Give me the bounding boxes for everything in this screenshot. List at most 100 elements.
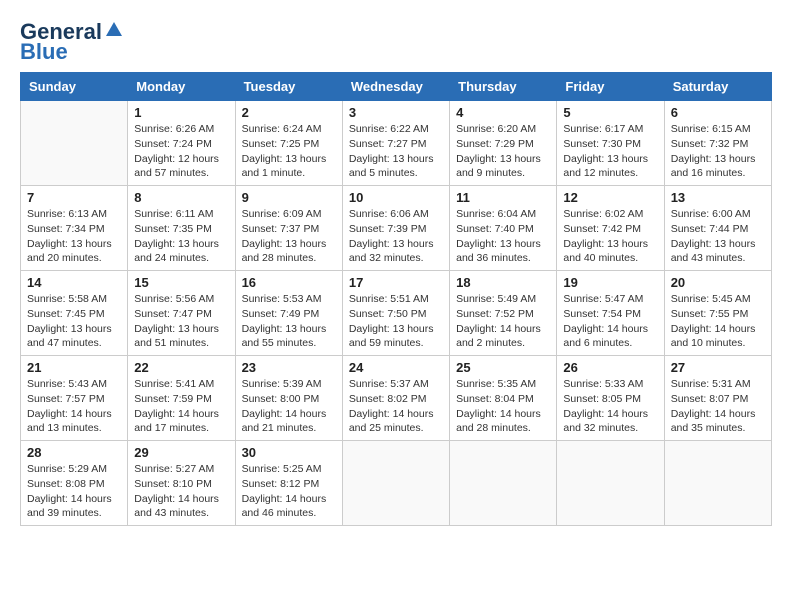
- calendar-cell: 27Sunrise: 5:31 AMSunset: 8:07 PMDayligh…: [664, 356, 771, 441]
- logo-blue: Blue: [20, 40, 68, 64]
- calendar-cell: 14 Sunrise: 5:58 AMSunset: 7:45 PMDayligh…: [21, 271, 128, 356]
- calendar-cell: 19 Sunrise: 5:47 AMSunset: 7:54 PMDayligh…: [557, 271, 664, 356]
- day-number: 17: [349, 275, 443, 290]
- day-number: 28: [27, 445, 121, 460]
- day-number: 20: [671, 275, 765, 290]
- day-number: 9: [242, 190, 336, 205]
- day-info: Sunrise: 5:56 AMSunset: 7:47 PMDaylight:…: [134, 292, 228, 351]
- day-info: Sunrise: 6:26 AMSunset: 7:24 PMDaylight:…: [134, 122, 228, 181]
- day-number: 26: [563, 360, 657, 375]
- day-number: 23: [242, 360, 336, 375]
- day-info: Sunrise: 6:15 AMSunset: 7:32 PMDaylight:…: [671, 122, 765, 181]
- logo-icon: [104, 20, 124, 40]
- calendar-cell: [342, 441, 449, 526]
- day-number: 15: [134, 275, 228, 290]
- calendar-cell: 21 Sunrise: 5:43 AMSunset: 7:57 PMDayligh…: [21, 356, 128, 441]
- day-number: 21: [27, 360, 121, 375]
- calendar-week-3: 14 Sunrise: 5:58 AMSunset: 7:45 PMDayligh…: [21, 271, 772, 356]
- day-info: Sunrise: 5:47 AMSunset: 7:54 PMDaylight:…: [563, 292, 657, 351]
- calendar-cell: 7Sunrise: 6:13 AMSunset: 7:34 PMDaylight…: [21, 186, 128, 271]
- calendar-cell: 1 Sunrise: 6:26 AMSunset: 7:24 PMDaylight…: [128, 101, 235, 186]
- day-number: 19: [563, 275, 657, 290]
- day-number: 25: [456, 360, 550, 375]
- day-number: 11: [456, 190, 550, 205]
- day-info: Sunrise: 6:02 AMSunset: 7:42 PMDaylight:…: [563, 207, 657, 266]
- calendar-cell: [450, 441, 557, 526]
- calendar-cell: 29 Sunrise: 5:27 AMSunset: 8:10 PMDayligh…: [128, 441, 235, 526]
- calendar-cell: [664, 441, 771, 526]
- calendar-cell: 15 Sunrise: 5:56 AMSunset: 7:47 PMDayligh…: [128, 271, 235, 356]
- calendar-cell: 4Sunrise: 6:20 AMSunset: 7:29 PMDaylight…: [450, 101, 557, 186]
- day-info: Sunrise: 6:17 AMSunset: 7:30 PMDaylight:…: [563, 122, 657, 181]
- day-number: 30: [242, 445, 336, 460]
- day-info: Sunrise: 5:58 AMSunset: 7:45 PMDaylight:…: [27, 292, 121, 351]
- day-info: Sunrise: 5:37 AMSunset: 8:02 PMDaylight:…: [349, 377, 443, 436]
- calendar-week-5: 28 Sunrise: 5:29 AMSunset: 8:08 PMDayligh…: [21, 441, 772, 526]
- day-number: 18: [456, 275, 550, 290]
- calendar-cell: 16 Sunrise: 5:53 AMSunset: 7:49 PMDayligh…: [235, 271, 342, 356]
- page-header: General Blue: [20, 20, 772, 64]
- day-info: Sunrise: 6:06 AMSunset: 7:39 PMDaylight:…: [349, 207, 443, 266]
- calendar-cell: [557, 441, 664, 526]
- day-number: 8: [134, 190, 228, 205]
- day-info: Sunrise: 6:11 AMSunset: 7:35 PMDaylight:…: [134, 207, 228, 266]
- calendar-cell: 24 Sunrise: 5:37 AMSunset: 8:02 PMDayligh…: [342, 356, 449, 441]
- day-number: 16: [242, 275, 336, 290]
- day-info: Sunrise: 5:33 AMSunset: 8:05 PMDaylight:…: [563, 377, 657, 436]
- weekday-header-row: SundayMondayTuesdayWednesdayThursdayFrid…: [21, 73, 772, 101]
- calendar-cell: 6 Sunrise: 6:15 AMSunset: 7:32 PMDaylight…: [664, 101, 771, 186]
- calendar-cell: 9Sunrise: 6:09 AMSunset: 7:37 PMDaylight…: [235, 186, 342, 271]
- calendar-cell: 23 Sunrise: 5:39 AMSunset: 8:00 PMDayligh…: [235, 356, 342, 441]
- day-info: Sunrise: 5:45 AMSunset: 7:55 PMDaylight:…: [671, 292, 765, 351]
- calendar-cell: 11 Sunrise: 6:04 AMSunset: 7:40 PMDayligh…: [450, 186, 557, 271]
- day-number: 2: [242, 105, 336, 120]
- calendar-week-1: 1 Sunrise: 6:26 AMSunset: 7:24 PMDaylight…: [21, 101, 772, 186]
- weekday-header-wednesday: Wednesday: [342, 73, 449, 101]
- logo: General Blue: [20, 20, 124, 64]
- day-info: Sunrise: 5:51 AMSunset: 7:50 PMDaylight:…: [349, 292, 443, 351]
- calendar-cell: 30Sunrise: 5:25 AMSunset: 8:12 PMDayligh…: [235, 441, 342, 526]
- day-number: 3: [349, 105, 443, 120]
- day-info: Sunrise: 5:53 AMSunset: 7:49 PMDaylight:…: [242, 292, 336, 351]
- day-info: Sunrise: 6:04 AMSunset: 7:40 PMDaylight:…: [456, 207, 550, 266]
- calendar-cell: 25 Sunrise: 5:35 AMSunset: 8:04 PMDayligh…: [450, 356, 557, 441]
- day-number: 12: [563, 190, 657, 205]
- day-number: 4: [456, 105, 550, 120]
- day-number: 5: [563, 105, 657, 120]
- weekday-header-thursday: Thursday: [450, 73, 557, 101]
- day-number: 14: [27, 275, 121, 290]
- weekday-header-sunday: Sunday: [21, 73, 128, 101]
- day-info: Sunrise: 5:43 AMSunset: 7:57 PMDaylight:…: [27, 377, 121, 436]
- day-info: Sunrise: 6:13 AMSunset: 7:34 PMDaylight:…: [27, 207, 121, 266]
- calendar-cell: 13Sunrise: 6:00 AMSunset: 7:44 PMDayligh…: [664, 186, 771, 271]
- day-info: Sunrise: 6:24 AMSunset: 7:25 PMDaylight:…: [242, 122, 336, 181]
- day-info: Sunrise: 6:22 AMSunset: 7:27 PMDaylight:…: [349, 122, 443, 181]
- calendar-week-2: 7Sunrise: 6:13 AMSunset: 7:34 PMDaylight…: [21, 186, 772, 271]
- calendar-week-4: 21 Sunrise: 5:43 AMSunset: 7:57 PMDayligh…: [21, 356, 772, 441]
- calendar-cell: 20 Sunrise: 5:45 AMSunset: 7:55 PMDayligh…: [664, 271, 771, 356]
- day-info: Sunrise: 5:39 AMSunset: 8:00 PMDaylight:…: [242, 377, 336, 436]
- calendar-cell: [21, 101, 128, 186]
- calendar-cell: 8 Sunrise: 6:11 AMSunset: 7:35 PMDaylight…: [128, 186, 235, 271]
- day-info: Sunrise: 5:27 AMSunset: 8:10 PMDaylight:…: [134, 462, 228, 521]
- day-number: 22: [134, 360, 228, 375]
- calendar-cell: 10 Sunrise: 6:06 AMSunset: 7:39 PMDayligh…: [342, 186, 449, 271]
- day-info: Sunrise: 5:35 AMSunset: 8:04 PMDaylight:…: [456, 377, 550, 436]
- weekday-header-monday: Monday: [128, 73, 235, 101]
- weekday-header-saturday: Saturday: [664, 73, 771, 101]
- day-number: 24: [349, 360, 443, 375]
- day-info: Sunrise: 5:49 AMSunset: 7:52 PMDaylight:…: [456, 292, 550, 351]
- calendar-table: SundayMondayTuesdayWednesdayThursdayFrid…: [20, 72, 772, 526]
- day-info: Sunrise: 5:29 AMSunset: 8:08 PMDaylight:…: [27, 462, 121, 521]
- calendar-cell: 3 Sunrise: 6:22 AMSunset: 7:27 PMDaylight…: [342, 101, 449, 186]
- day-info: Sunrise: 5:41 AMSunset: 7:59 PMDaylight:…: [134, 377, 228, 436]
- day-number: 29: [134, 445, 228, 460]
- day-number: 10: [349, 190, 443, 205]
- day-number: 6: [671, 105, 765, 120]
- weekday-header-friday: Friday: [557, 73, 664, 101]
- calendar-cell: 28 Sunrise: 5:29 AMSunset: 8:08 PMDayligh…: [21, 441, 128, 526]
- calendar-cell: 26 Sunrise: 5:33 AMSunset: 8:05 PMDayligh…: [557, 356, 664, 441]
- calendar-cell: 2 Sunrise: 6:24 AMSunset: 7:25 PMDaylight…: [235, 101, 342, 186]
- calendar-cell: 12 Sunrise: 6:02 AMSunset: 7:42 PMDayligh…: [557, 186, 664, 271]
- day-number: 1: [134, 105, 228, 120]
